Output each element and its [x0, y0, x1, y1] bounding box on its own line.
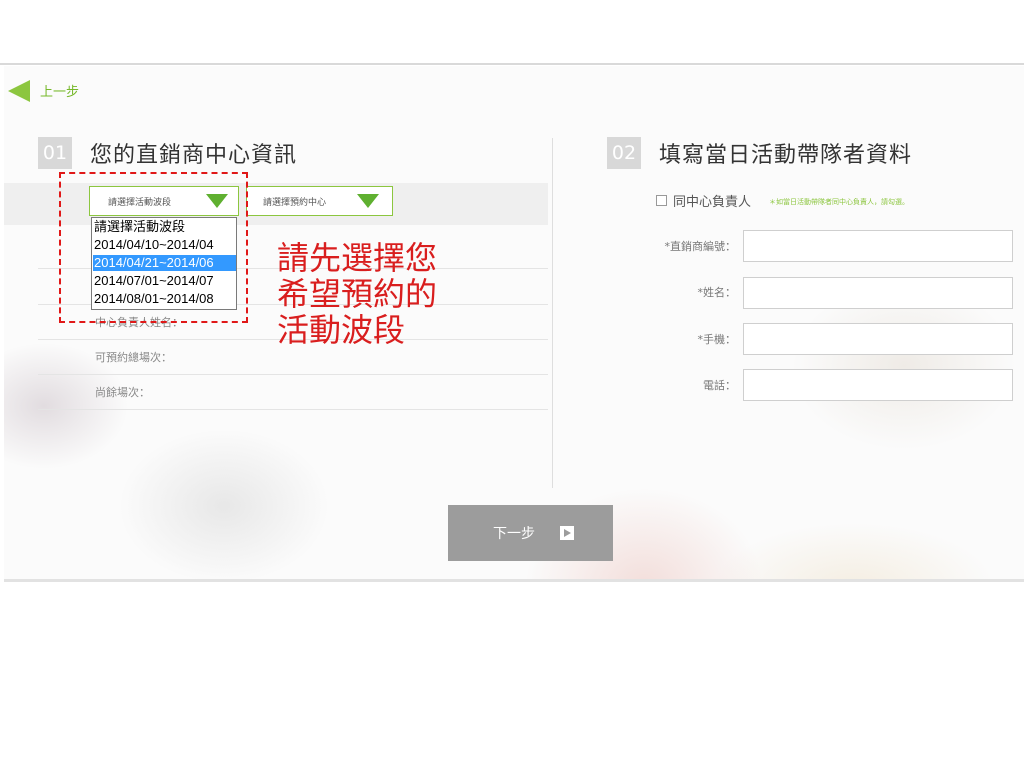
- section-2-title: 填寫當日活動帶隊者資料: [659, 143, 913, 168]
- back-arrow-icon[interactable]: [8, 80, 30, 102]
- same-person-checkbox[interactable]: [656, 195, 667, 206]
- row-divider: [38, 409, 548, 410]
- bookable-sessions-label: 可預約總場次：: [95, 351, 172, 364]
- section-1-title: 您的直銷商中心資訊: [90, 143, 298, 168]
- distributor-no-label: *直銷商編號：: [664, 240, 737, 253]
- next-button[interactable]: 下一步: [448, 505, 613, 561]
- annotation-dashed-box: [59, 172, 248, 323]
- next-button-label: 下一步: [493, 526, 535, 542]
- same-person-label: 同中心負責人: [673, 195, 752, 210]
- phone-input[interactable]: [743, 369, 1013, 401]
- annotation-text: 請先選擇您 希望預約的 活動波段: [277, 240, 497, 348]
- back-link[interactable]: 上一步: [40, 81, 79, 100]
- mobile-input[interactable]: [743, 323, 1013, 355]
- name-label: *姓名：: [697, 286, 737, 299]
- column-divider: [552, 138, 553, 488]
- phone-label: 電話：: [703, 379, 736, 392]
- play-icon-triangle: [564, 529, 571, 537]
- center-select-label: 請選擇預約中心: [263, 198, 327, 208]
- remaining-sessions-label: 尚餘場次：: [95, 386, 150, 399]
- row-divider: [38, 374, 548, 375]
- same-person-hint: ＊如當日活動帶隊者同中心負責人，請勾選。: [769, 198, 909, 206]
- top-divider: [0, 63, 1024, 65]
- annotation-line: 希望預約的: [277, 275, 438, 313]
- annotation-line: 請先選擇您: [277, 239, 438, 277]
- section-1-number: 01: [38, 137, 72, 169]
- section-2-number: 02: [607, 137, 641, 169]
- bottom-divider: [4, 579, 1024, 582]
- distributor-no-input[interactable]: [743, 230, 1013, 262]
- annotation-line: 活動波段: [277, 311, 406, 349]
- name-input[interactable]: [743, 277, 1013, 309]
- chevron-down-icon: [357, 194, 379, 208]
- center-select[interactable]: 請選擇預約中心: [246, 186, 393, 216]
- mobile-label: *手機：: [697, 333, 737, 346]
